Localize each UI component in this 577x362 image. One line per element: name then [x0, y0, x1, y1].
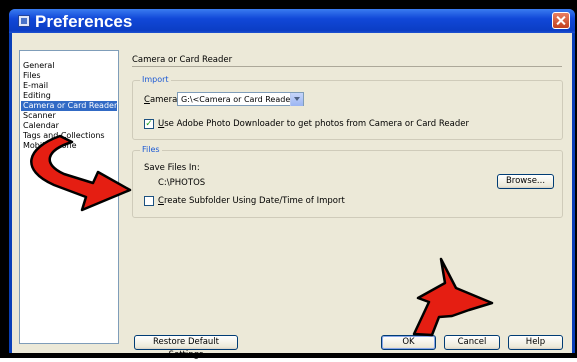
use-downloader-checkbox[interactable]: ✓	[144, 119, 154, 129]
nav-item-scanner[interactable]: Scanner	[23, 111, 56, 121]
app-icon	[18, 15, 30, 27]
nav-item-files[interactable]: Files	[23, 71, 41, 81]
save-path-value: C:\PHOTOS	[158, 178, 206, 188]
cancel-button[interactable]: Cancel	[444, 335, 500, 350]
nav-item-email[interactable]: E-mail	[23, 81, 48, 91]
window-title: Preferences	[35, 12, 133, 31]
checkmark-icon: ✓	[145, 119, 153, 129]
restore-defaults-button[interactable]: Restore Default Settings	[134, 335, 238, 360]
nav-item-camera-or-card-reader[interactable]: Camera or Card Reader	[21, 101, 117, 111]
panel-divider	[132, 66, 562, 67]
ok-button[interactable]: OK	[381, 335, 436, 350]
import-group-label: Import	[140, 75, 171, 84]
title-bar[interactable]: Preferences	[9, 9, 575, 33]
screenshot-frame: Preferences General Files E-mail Editing…	[0, 0, 577, 360]
create-subfolder-label: Create Subfolder Using Date/Time of Impo…	[158, 196, 345, 206]
chevron-down-icon[interactable]	[290, 93, 303, 106]
nav-item-editing[interactable]: Editing	[23, 91, 51, 101]
import-group	[132, 80, 563, 140]
close-button[interactable]	[552, 12, 570, 29]
dialog-body: General Files E-mail Editing Camera or C…	[12, 33, 572, 360]
browse-button[interactable]: Browse...	[497, 174, 554, 189]
camera-select-value: G:\<Camera or Card Reader>	[181, 95, 301, 104]
create-subfolder-checkbox[interactable]	[144, 196, 154, 206]
nav-item-tags-and-collections[interactable]: Tags and Collections	[23, 131, 105, 141]
camera-label: Camera:	[144, 95, 181, 105]
files-group-label: Files	[140, 145, 162, 154]
help-button[interactable]: Help	[508, 335, 563, 350]
save-files-in-label: Save Files In:	[144, 163, 200, 173]
category-list[interactable]: General Files E-mail Editing Camera or C…	[19, 50, 119, 344]
nav-item-mobile-phone[interactable]: Mobile Phone	[23, 141, 77, 151]
camera-select[interactable]: G:\<Camera or Card Reader>	[177, 92, 304, 106]
nav-item-calendar[interactable]: Calendar	[23, 121, 59, 131]
panel-title: Camera or Card Reader	[132, 55, 233, 65]
preferences-dialog: Preferences General Files E-mail Editing…	[9, 9, 575, 360]
use-downloader-label: Use Adobe Photo Downloader to get photos…	[158, 119, 469, 129]
nav-item-general[interactable]: General	[23, 61, 55, 71]
